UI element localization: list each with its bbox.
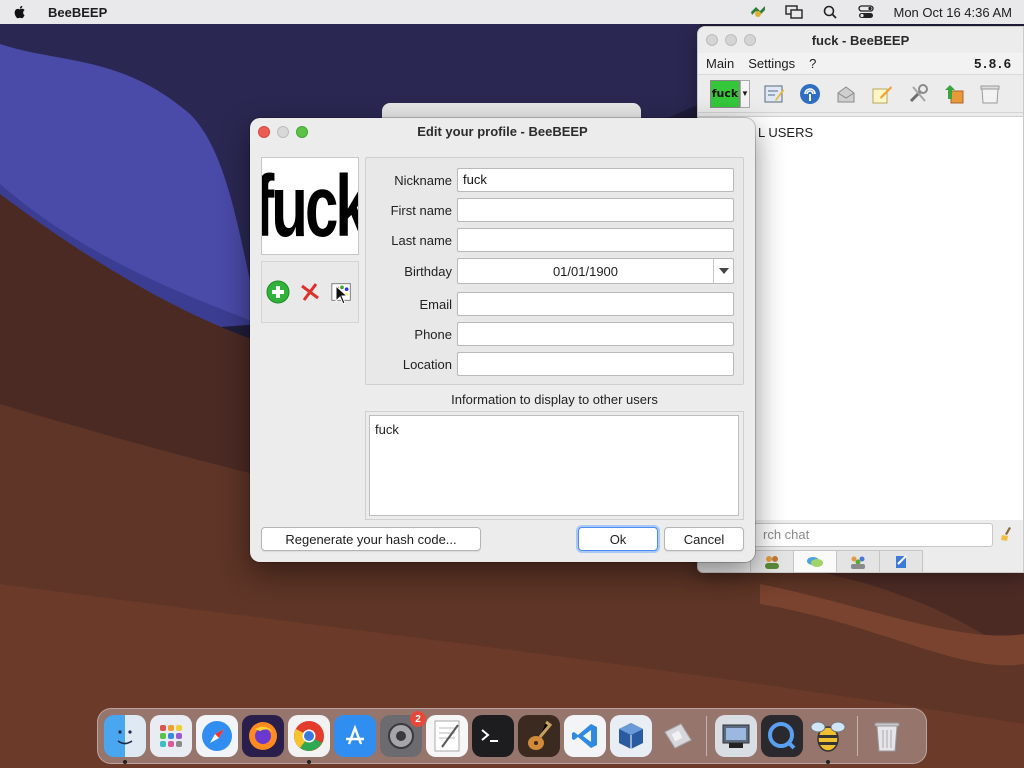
main-tabs [750, 550, 923, 572]
main-window-menu: Main Settings ? 5.8.6 [698, 53, 1023, 75]
user-list-header: L USERS [758, 125, 814, 140]
dialog-titlebar[interactable]: Edit your profile - BeeBEEP [250, 118, 755, 145]
birthday-dropdown-icon[interactable] [713, 259, 733, 283]
tools-icon[interactable] [906, 82, 930, 106]
nickname-label: Nickname [394, 172, 452, 188]
textedit-icon[interactable] [426, 715, 468, 757]
phone-field[interactable] [457, 322, 734, 346]
birthday-value[interactable]: 01/01/1900 [458, 264, 713, 279]
last-name-field[interactable] [457, 228, 734, 252]
cancel-button[interactable]: Cancel [664, 527, 744, 551]
firefox-icon[interactable] [242, 715, 284, 757]
last-name-row: Last name [366, 228, 745, 252]
tab-chats[interactable] [793, 550, 837, 572]
info-textarea[interactable]: fuck [369, 415, 739, 516]
quicktime-icon[interactable] [761, 715, 803, 757]
app-store-icon[interactable] [334, 715, 376, 757]
menu-main[interactable]: Main [706, 56, 734, 71]
chrome-icon[interactable] [288, 715, 330, 764]
birthday-row: Birthday 01/01/1900 [366, 258, 745, 284]
main-window-title: fuck - BeeBEEP [811, 32, 910, 48]
chrome-running-indicator [307, 760, 311, 764]
birthday-label: Birthday [404, 263, 452, 279]
menu-settings[interactable]: Settings [748, 56, 795, 71]
beebeep-icon[interactable] [807, 715, 849, 764]
last-name-label: Last name [391, 232, 452, 248]
finder-running-indicator [123, 760, 127, 764]
vscode-icon[interactable] [564, 715, 606, 757]
launchpad-icon[interactable] [150, 715, 192, 757]
dock: 2 [97, 708, 927, 764]
location-label: Location [402, 356, 452, 372]
delete-icon [301, 283, 319, 301]
version-label: 5.8.6 [974, 56, 1013, 71]
clear-search-icon[interactable] [999, 526, 1015, 545]
main-window-titlebar[interactable]: fuck - BeeBEEP [698, 27, 1023, 53]
preview-icon[interactable] [656, 715, 698, 757]
location-row: Location [366, 352, 745, 376]
main-toolbar: fuck ▼ [698, 75, 1023, 113]
terminal-icon[interactable] [472, 715, 514, 757]
birthday-picker[interactable]: 01/01/1900 [457, 258, 734, 284]
beebeep-status-icon[interactable] [749, 5, 767, 19]
menubar-clock[interactable]: Mon Oct 16 4:36 AM [893, 5, 1012, 20]
write-note-icon[interactable] [870, 82, 894, 106]
active-app-name[interactable]: BeeBEEP [48, 5, 107, 20]
send-message-icon[interactable] [834, 82, 858, 106]
add-icon [266, 280, 290, 304]
dock-separator-2 [857, 716, 858, 756]
control-center-icon[interactable] [857, 5, 875, 19]
location-field[interactable] [457, 352, 734, 376]
info-label: Information to display to other users [451, 392, 658, 407]
phone-label: Phone [414, 326, 452, 342]
dock-separator [706, 716, 707, 756]
edit-profile-icon[interactable] [762, 82, 786, 106]
tab-files[interactable] [879, 550, 923, 572]
first-name-row: First name [366, 198, 745, 222]
beebeep-running-indicator [826, 760, 830, 764]
menu-bar: BeeBEEP Mon Oct 16 4:36 AM [0, 0, 1024, 24]
virtualbox-icon[interactable] [610, 715, 652, 757]
status-dropdown-arrow[interactable]: ▼ [740, 79, 750, 108]
trash-icon[interactable] [866, 715, 908, 757]
first-name-field[interactable] [457, 198, 734, 222]
email-row: Email [366, 292, 745, 316]
file-sharing-icon[interactable] [942, 82, 966, 106]
regenerate-hash-button[interactable]: Regenerate your hash code... [261, 527, 481, 551]
trash-box-icon[interactable] [978, 82, 1002, 106]
safari-icon[interactable] [196, 715, 238, 757]
profile-form: Nickname fuck First name Last name Birth… [365, 157, 744, 385]
spotlight-search-icon[interactable] [821, 5, 839, 19]
screen-mirroring-icon[interactable] [785, 5, 804, 19]
phone-row: Phone [366, 322, 745, 346]
ok-button[interactable]: Ok [578, 527, 658, 551]
settings-badge: 2 [410, 711, 426, 727]
email-field[interactable] [457, 292, 734, 316]
tab-groups[interactable] [836, 550, 880, 572]
tab-users[interactable] [750, 550, 794, 572]
add-photo-button[interactable] [266, 280, 290, 304]
system-settings-icon[interactable]: 2 [380, 711, 426, 757]
network-icon[interactable] [798, 82, 822, 106]
dialog-title: Edit your profile - BeeBEEP [417, 124, 588, 139]
avatar-image-text: fuck [262, 157, 358, 255]
menu-help[interactable]: ? [809, 56, 816, 71]
nickname-field[interactable]: fuck [457, 168, 734, 192]
apple-logo-icon[interactable] [12, 4, 28, 20]
profile-avatar: fuck [261, 157, 359, 255]
remove-photo-button[interactable] [298, 280, 322, 304]
mouse-cursor-icon [335, 285, 349, 305]
search-chat-input[interactable]: rch chat [738, 523, 993, 547]
email-label: Email [419, 296, 452, 312]
automator-icon[interactable] [715, 715, 757, 757]
garageband-icon[interactable] [518, 715, 560, 757]
nickname-row: Nickname fuck [366, 168, 745, 192]
edit-profile-dialog: Edit your profile - BeeBEEP fuck Nicknam… [250, 118, 755, 562]
finder-icon[interactable] [104, 715, 146, 764]
first-name-label: First name [390, 202, 452, 218]
status-selector[interactable]: fuck [710, 79, 740, 108]
